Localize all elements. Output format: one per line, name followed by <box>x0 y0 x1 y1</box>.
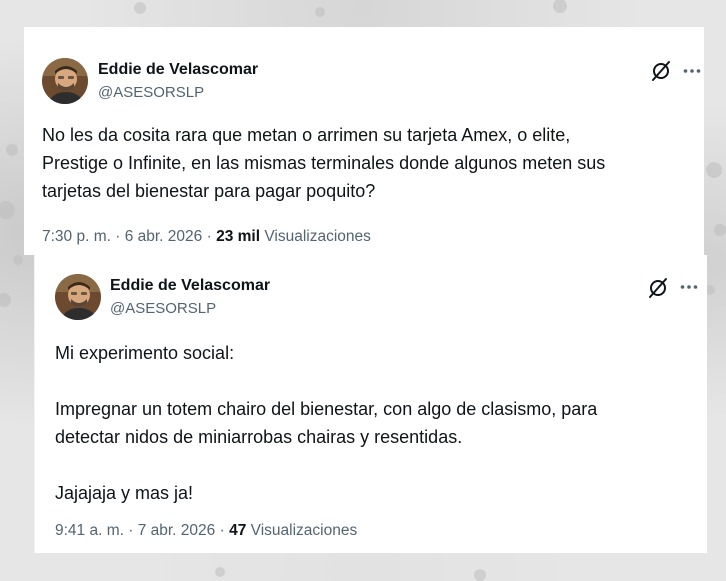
more-options-icon[interactable] <box>682 61 702 81</box>
quoted-tweet-text: Mi experimento social: Impregnar un tote… <box>55 343 598 503</box>
author-handle[interactable]: @ASESORSLP <box>98 84 204 101</box>
grok-icon[interactable] <box>650 60 672 82</box>
quoted-views-count: 47 <box>229 522 247 539</box>
views-count: 23 mil <box>216 228 261 245</box>
avatar-photo <box>42 58 88 104</box>
tweet-timestamp[interactable]: 7:30 p. m. · 6 abr. 2026 <box>42 228 202 245</box>
author-name[interactable]: Eddie de Velascomar <box>98 61 258 79</box>
tweet-meta: 7:30 p. m. · 6 abr. 2026 · 23 mil Visual… <box>42 228 371 246</box>
quoted-tweet-card[interactable]: Eddie de Velascomar @ASESORSLP Mi experi… <box>34 255 707 553</box>
author-avatar[interactable] <box>42 58 88 104</box>
quoted-tweet-timestamp[interactable]: 9:41 a. m. · 7 abr. 2026 <box>55 522 215 539</box>
avatar-photo <box>55 274 101 320</box>
quoted-views-label: Visualizaciones <box>250 522 358 539</box>
quoted-author-avatar[interactable] <box>55 274 101 320</box>
more-options-icon[interactable] <box>679 277 699 297</box>
tweet-text: No les da cosita rara que metan o arrime… <box>42 125 606 201</box>
meta-separator: · <box>219 522 225 539</box>
views-label: Visualizaciones <box>264 228 371 245</box>
grok-icon[interactable] <box>647 277 669 299</box>
main-tweet-card: Eddie de Velascomar @ASESORSLP No les da… <box>24 27 704 255</box>
quoted-author-name[interactable]: Eddie de Velascomar <box>110 277 270 295</box>
meta-separator: · <box>206 228 212 245</box>
quoted-author-handle[interactable]: @ASESORSLP <box>110 300 216 317</box>
quoted-tweet-meta: 9:41 a. m. · 7 abr. 2026 · 47 Visualizac… <box>55 522 357 540</box>
